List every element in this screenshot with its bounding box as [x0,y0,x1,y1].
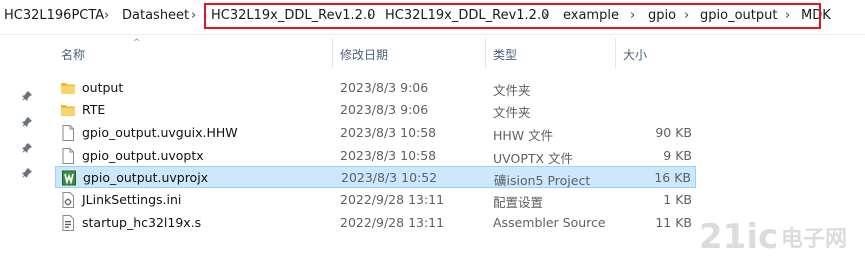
file-size: 9 KB [663,148,692,163]
file-type: UVOPTX 文件 [493,151,574,166]
folder-icon [61,83,75,94]
column-divider[interactable] [332,38,333,68]
file-size: 16 KB [654,170,691,185]
breadcrumb-separator-icon: › [191,8,197,23]
file-row[interactable]: startup_hc32l19x.s 2022/9/28 13:11 Assem… [55,212,696,234]
file-row-selected[interactable]: gpio_output.uvprojx 2023/8/3 10:52 礦isio… [55,166,696,188]
file-type: Assembler Source [493,215,606,230]
file-name: gpio_output.uvoptx [82,148,204,163]
pin-icon[interactable] [21,142,33,154]
address-bar-divider [0,34,865,35]
column-divider[interactable] [615,38,616,68]
pin-icon[interactable] [21,167,33,179]
path-highlight-box [204,3,821,29]
file-size: 90 KB [655,125,692,140]
file-type: 文件夹 [493,83,531,98]
file-date: 2023/8/3 9:06 [340,80,429,95]
file-name: output [82,80,124,95]
file-type: HHW 文件 [493,128,554,143]
pin-icon[interactable] [21,90,33,102]
pin-icon[interactable] [21,116,33,128]
file-row[interactable]: output 2023/8/3 9:06 文件夹 [55,77,696,99]
file-type: 配置设置 [493,195,544,210]
file-size: 11 KB [655,215,692,230]
file-type: 文件夹 [493,105,531,120]
column-size[interactable]: 大小 [623,46,647,63]
file-row[interactable]: gpio_output.uvguix.HHW 2023/8/3 10:58 HH… [55,122,696,144]
file-icon [62,125,74,141]
file-name: RTE [82,102,106,117]
file-row[interactable]: RTE 2023/8/3 9:06 文件夹 [55,99,696,121]
address-bar[interactable]: HC32L196PCTA › Datasheet › HC32L19x_DDL_… [0,0,865,34]
file-name: startup_hc32l19x.s [82,215,202,230]
watermark-logo: 21ic 电子网 [699,217,847,256]
file-row[interactable]: JLinkSettings.ini 2022/9/28 13:11 配置设置 1… [55,189,696,211]
file-date: 2023/8/3 10:58 [340,125,437,140]
file-date: 2022/9/28 13:11 [340,192,445,207]
file-size: 1 KB [663,192,692,207]
breadcrumb-item-datasheet[interactable]: Datasheet [122,8,189,23]
file-name: JLinkSettings.ini [82,192,182,207]
file-name: gpio_output.uvguix.HHW [82,125,238,140]
file-icon [62,148,74,164]
file-date: 2022/9/28 13:11 [340,215,445,230]
column-date[interactable]: 修改日期 [340,46,388,63]
breadcrumb-separator-icon: › [104,8,110,23]
watermark-brand: 21ic [699,217,778,256]
column-name[interactable]: 名称 [61,46,85,63]
file-date: 2023/8/3 10:52 [341,170,438,185]
column-divider[interactable] [485,38,486,68]
column-type[interactable]: 类型 [493,46,517,63]
folder-icon [61,105,75,116]
column-header: 名称 修改日期 类型 大小 [51,38,696,68]
assembler-file-icon [62,215,74,231]
breadcrumb-item-hc32l196pcta[interactable]: HC32L196PCTA [4,8,104,23]
file-date: 2023/8/3 10:58 [340,148,437,163]
file-row[interactable]: gpio_output.uvoptx 2023/8/3 10:58 UVOPTX… [55,145,696,167]
file-name: gpio_output.uvprojx [83,170,209,185]
settings-file-icon [62,192,74,208]
file-date: 2023/8/3 9:06 [340,102,429,117]
keil-project-icon [62,170,76,186]
watermark-cn: 电子网 [781,227,847,252]
file-type: 礦ision5 Project [494,173,591,188]
